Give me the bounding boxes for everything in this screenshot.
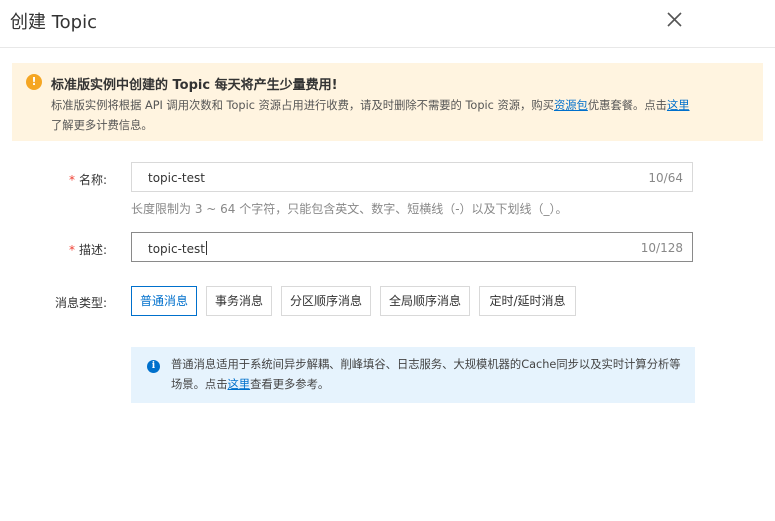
- message-type-label: 消息类型:: [54, 296, 107, 310]
- info-text: 普通消息适用于系统间异步解耦、削峰填谷、日志服务、大规模机器的Cache同步以及…: [171, 358, 681, 391]
- dialog-title: 创建 Topic: [10, 12, 97, 33]
- type-partition-order-button[interactable]: 分区顺序消息: [281, 286, 371, 316]
- type-normal-button[interactable]: 普通消息: [131, 286, 197, 316]
- warning-banner: 标准版实例中创建的 Topic 每天将产生少量费用! 标准版实例将根据 API …: [12, 63, 763, 141]
- resource-package-link[interactable]: 资源包: [554, 99, 588, 112]
- warning-text-3: 了解更多计费信息。: [51, 119, 153, 132]
- description-input-value: topic-test: [148, 241, 207, 256]
- info-banner: 普通消息适用于系统间异步解耦、削峰填谷、日志服务、大规模机器的Cache同步以及…: [131, 347, 695, 403]
- info-here-link[interactable]: 这里: [228, 378, 251, 391]
- description-char-counter: 10/128: [640, 241, 683, 255]
- text-caret: [205, 241, 207, 255]
- name-hint: 长度限制为 3 ~ 64 个字符，只能包含英文、数字、短横线（-）以及下划线（_…: [131, 202, 568, 216]
- name-input[interactable]: topic-test 10/64: [131, 162, 693, 192]
- required-mark: *: [68, 173, 75, 187]
- name-input-value: topic-test: [148, 171, 205, 185]
- warning-text-1: 标准版实例将根据 API 调用次数和 Topic 资源占用进行收费，请及时删除不…: [51, 99, 554, 112]
- warning-text-2: 优惠套餐。点击: [587, 99, 667, 112]
- close-icon[interactable]: [662, 8, 686, 32]
- name-label: * 名称:: [68, 173, 107, 187]
- type-delay-button[interactable]: 定时/延时消息: [479, 286, 576, 316]
- description-input[interactable]: topic-test 10/128: [131, 232, 693, 262]
- type-transaction-button[interactable]: 事务消息: [206, 286, 272, 316]
- warning-body: 标准版实例将根据 API 调用次数和 Topic 资源占用进行收费，请及时删除不…: [51, 96, 741, 136]
- required-mark: *: [68, 243, 75, 257]
- warning-icon: [26, 74, 42, 90]
- type-global-order-button[interactable]: 全局顺序消息: [380, 286, 470, 316]
- warning-title: 标准版实例中创建的 Topic 每天将产生少量费用!: [51, 78, 338, 93]
- billing-here-link[interactable]: 这里: [667, 99, 690, 112]
- info-icon: [147, 360, 160, 373]
- dialog-header: 创建 Topic: [0, 0, 775, 48]
- name-char-counter: 10/64: [648, 171, 683, 185]
- description-label: * 描述:: [68, 243, 107, 257]
